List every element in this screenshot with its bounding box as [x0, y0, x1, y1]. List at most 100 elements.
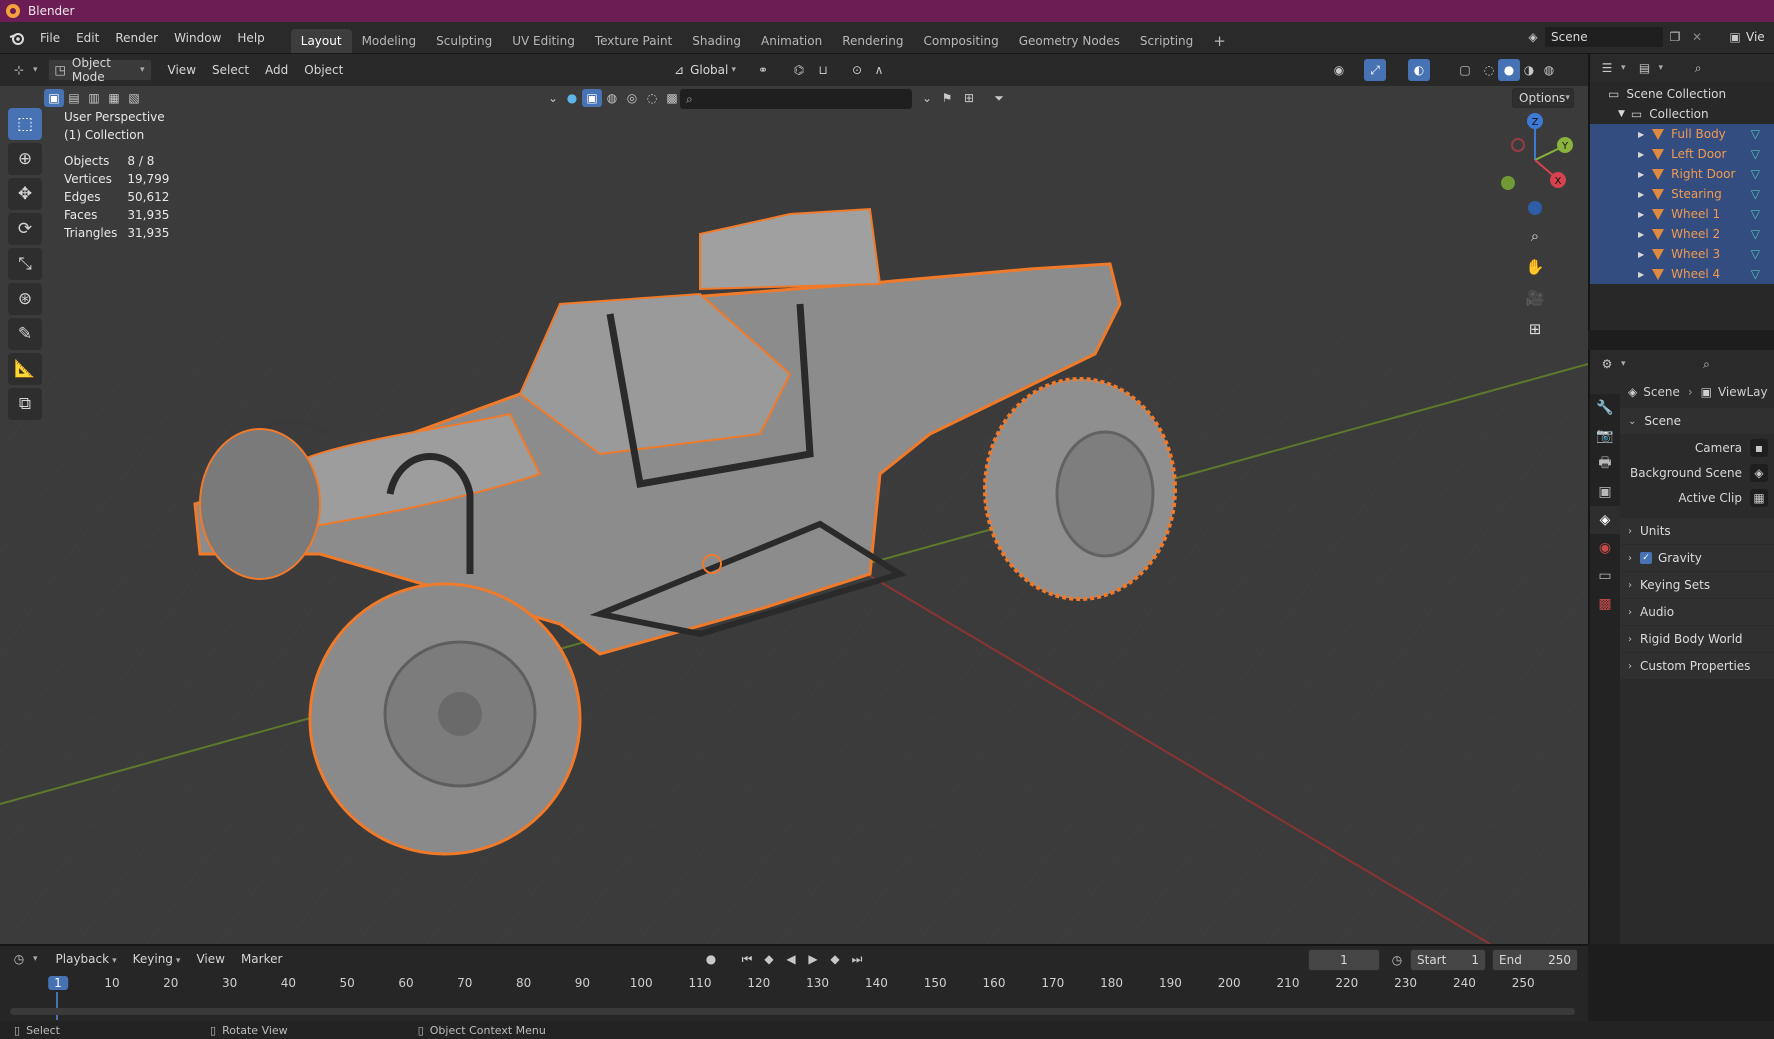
properties-search-icon[interactable]: ⌕ [1696, 353, 1718, 375]
timeline-scrollbar[interactable] [10, 1008, 1575, 1015]
next-keyframe-icon[interactable]: ◆ [824, 948, 846, 970]
expand-icon[interactable]: ▶ [1638, 250, 1644, 259]
display-mode-icon[interactable]: ▤ [1634, 57, 1656, 79]
outliner-editor-icon[interactable]: ☰ [1596, 57, 1618, 79]
add-cube-tool[interactable]: ⧉ [8, 388, 42, 420]
bookmark-icon[interactable]: ⚑ [936, 89, 958, 107]
measure-tool[interactable]: 📐 [8, 353, 42, 385]
proportional-edit-icon[interactable]: ⊙ [846, 59, 868, 81]
visibility-icon[interactable]: ◉ [1328, 59, 1350, 81]
filter-curve-icon[interactable]: ◎ [622, 89, 642, 107]
tab-modeling[interactable]: Modeling [352, 29, 427, 53]
outliner-item[interactable]: ▶ Wheel 4 ▽ [1590, 264, 1774, 284]
mesh-data-icon[interactable]: ▽ [1751, 167, 1760, 181]
xray-icon[interactable]: ▢ [1454, 59, 1476, 81]
mesh-data-icon[interactable]: ▽ [1751, 147, 1760, 161]
filter-mesh-icon[interactable]: ▣ [582, 89, 602, 107]
new-scene-icon[interactable]: ❐ [1664, 26, 1686, 48]
rotate-tool[interactable]: ⟳ [8, 213, 42, 245]
viewlayer-icon[interactable]: ▣ [1724, 26, 1746, 48]
tab-rendering[interactable]: Rendering [832, 29, 913, 53]
zoom-icon[interactable]: ⌕ [1522, 223, 1548, 249]
tab-compositing[interactable]: Compositing [913, 29, 1008, 53]
play-reverse-icon[interactable]: ◀ [780, 948, 802, 970]
tab-animation[interactable]: Animation [751, 29, 832, 53]
custom-properties-panel[interactable]: › Custom Properties [1620, 653, 1774, 679]
collection-tab-icon[interactable]: ▭ [1590, 562, 1620, 590]
restrict-icon[interactable]: ⌄ [916, 89, 938, 107]
object-mode-dropdown[interactable]: ◳ Object Mode ▾ [47, 56, 152, 84]
select-intersect-icon[interactable]: ▧ [124, 89, 144, 107]
mesh-data-icon[interactable]: ▽ [1751, 207, 1760, 221]
timeline-menu-keying[interactable]: Keying ▾ [125, 948, 189, 970]
wireframe-shading-icon[interactable]: ◌ [1478, 59, 1500, 81]
filter-sphere-icon[interactable]: ◍ [602, 89, 622, 107]
timeline-menu-playback[interactable]: Playback ▾ [48, 948, 125, 970]
properties-editor-icon[interactable]: ⚙ [1596, 353, 1618, 375]
rigid-body-world-panel[interactable]: › Rigid Body World [1620, 626, 1774, 652]
menu-file[interactable]: File [32, 27, 68, 49]
tab-shading[interactable]: Shading [682, 29, 751, 53]
outliner-item[interactable]: ▶ Full Body ▽ [1590, 124, 1774, 144]
select-extend-icon[interactable]: ▤ [64, 89, 84, 107]
navigation-gizmo[interactable]: Z Y X ⌕ ✋ 🎥 ⊞ [1490, 105, 1580, 365]
playhead[interactable] [56, 992, 58, 1020]
view-layer-tab-icon[interactable]: ▣ [1590, 478, 1620, 506]
viewport-menu-select[interactable]: Select [204, 59, 257, 81]
gravity-checkbox[interactable]: ✓ [1640, 552, 1652, 564]
ortho-grid-icon[interactable]: ⊞ [1522, 316, 1548, 342]
menu-edit[interactable]: Edit [68, 27, 107, 49]
current-frame-field[interactable]: 1 [1308, 949, 1380, 971]
expand-icon[interactable]: ▶ [1638, 270, 1644, 279]
tab-uv-editing[interactable]: UV Editing [502, 29, 585, 53]
outliner-item[interactable]: ▶ Right Door ▽ [1590, 164, 1774, 184]
mesh-data-icon[interactable]: ▽ [1751, 267, 1760, 281]
3d-viewport[interactable]: ⊹ ▾ ◳ Object Mode ▾ View Select Add Object … [0, 54, 1588, 944]
expand-icon[interactable]: ▶ [1638, 210, 1644, 219]
mesh-data-icon[interactable]: ▽ [1751, 127, 1760, 141]
material-shading-icon[interactable]: ◑ [1518, 59, 1540, 81]
select-new-icon[interactable]: ▣ [44, 89, 64, 107]
prev-keyframe-icon[interactable]: ◆ [758, 948, 780, 970]
filter-camera-icon[interactable]: ▩ [662, 89, 682, 107]
outliner-item[interactable]: ▶ Wheel 1 ▽ [1590, 204, 1774, 224]
jump-end-icon[interactable]: ⏭ [846, 948, 868, 970]
tab-scripting[interactable]: Scripting [1130, 29, 1203, 53]
scene-icon[interactable]: ◈ [1522, 26, 1544, 48]
jump-start-icon[interactable]: ⏮ [736, 948, 758, 970]
add-workspace-icon[interactable]: + [1203, 29, 1236, 53]
viewport-menu-view[interactable]: View [160, 59, 204, 81]
scene-collection-row[interactable]: ▭ Scene Collection [1590, 84, 1774, 104]
outliner-item[interactable]: ▶ Stearing ▽ [1590, 184, 1774, 204]
move-tool[interactable]: ✥ [8, 178, 42, 210]
tab-texture-paint[interactable]: Texture Paint [585, 29, 682, 53]
menu-window[interactable]: Window [166, 27, 229, 49]
tab-geometry-nodes[interactable]: Geometry Nodes [1009, 29, 1130, 53]
tab-layout[interactable]: Layout [290, 29, 352, 53]
filter-chevron-icon[interactable]: ⌄ [544, 89, 562, 107]
expand-icon[interactable]: ▶ [1638, 170, 1644, 179]
world-tab-icon[interactable]: ◉ [1590, 534, 1620, 562]
viewlayer-field[interactable]: Vie [1746, 30, 1765, 44]
start-frame-field[interactable]: Start 1 [1410, 949, 1486, 971]
rendered-shading-icon[interactable]: ◍ [1538, 59, 1560, 81]
audio-panel[interactable]: › Audio [1620, 599, 1774, 625]
pan-hand-icon[interactable]: ✋ [1522, 254, 1548, 280]
scale-tool[interactable]: ⤡ [8, 248, 42, 280]
object-types-icon[interactable]: ● [562, 89, 582, 107]
mesh-data-icon[interactable]: ▽ [1751, 187, 1760, 201]
select-box-tool[interactable]: ⬚ [8, 108, 42, 140]
delete-scene-icon[interactable]: ✕ [1686, 26, 1708, 48]
viewport-search-input[interactable]: ⌕ [680, 89, 912, 109]
solid-shading-icon[interactable]: ● [1498, 59, 1520, 81]
menu-help[interactable]: Help [229, 27, 272, 49]
end-frame-field[interactable]: End 250 [1492, 949, 1578, 971]
camera-field[interactable]: ▪ [1750, 438, 1768, 457]
preview-range-icon[interactable]: ◷ [1386, 949, 1408, 971]
editor-type-icon[interactable]: ⊹ [8, 59, 30, 81]
select-invert-icon[interactable]: ▦ [104, 89, 124, 107]
expand-icon[interactable]: ▶ [1638, 190, 1644, 199]
outliner-item[interactable]: ▶ Left Door ▽ [1590, 144, 1774, 164]
units-panel[interactable]: › Units [1620, 518, 1774, 544]
snap-icon[interactable]: ⌬ [788, 59, 810, 81]
